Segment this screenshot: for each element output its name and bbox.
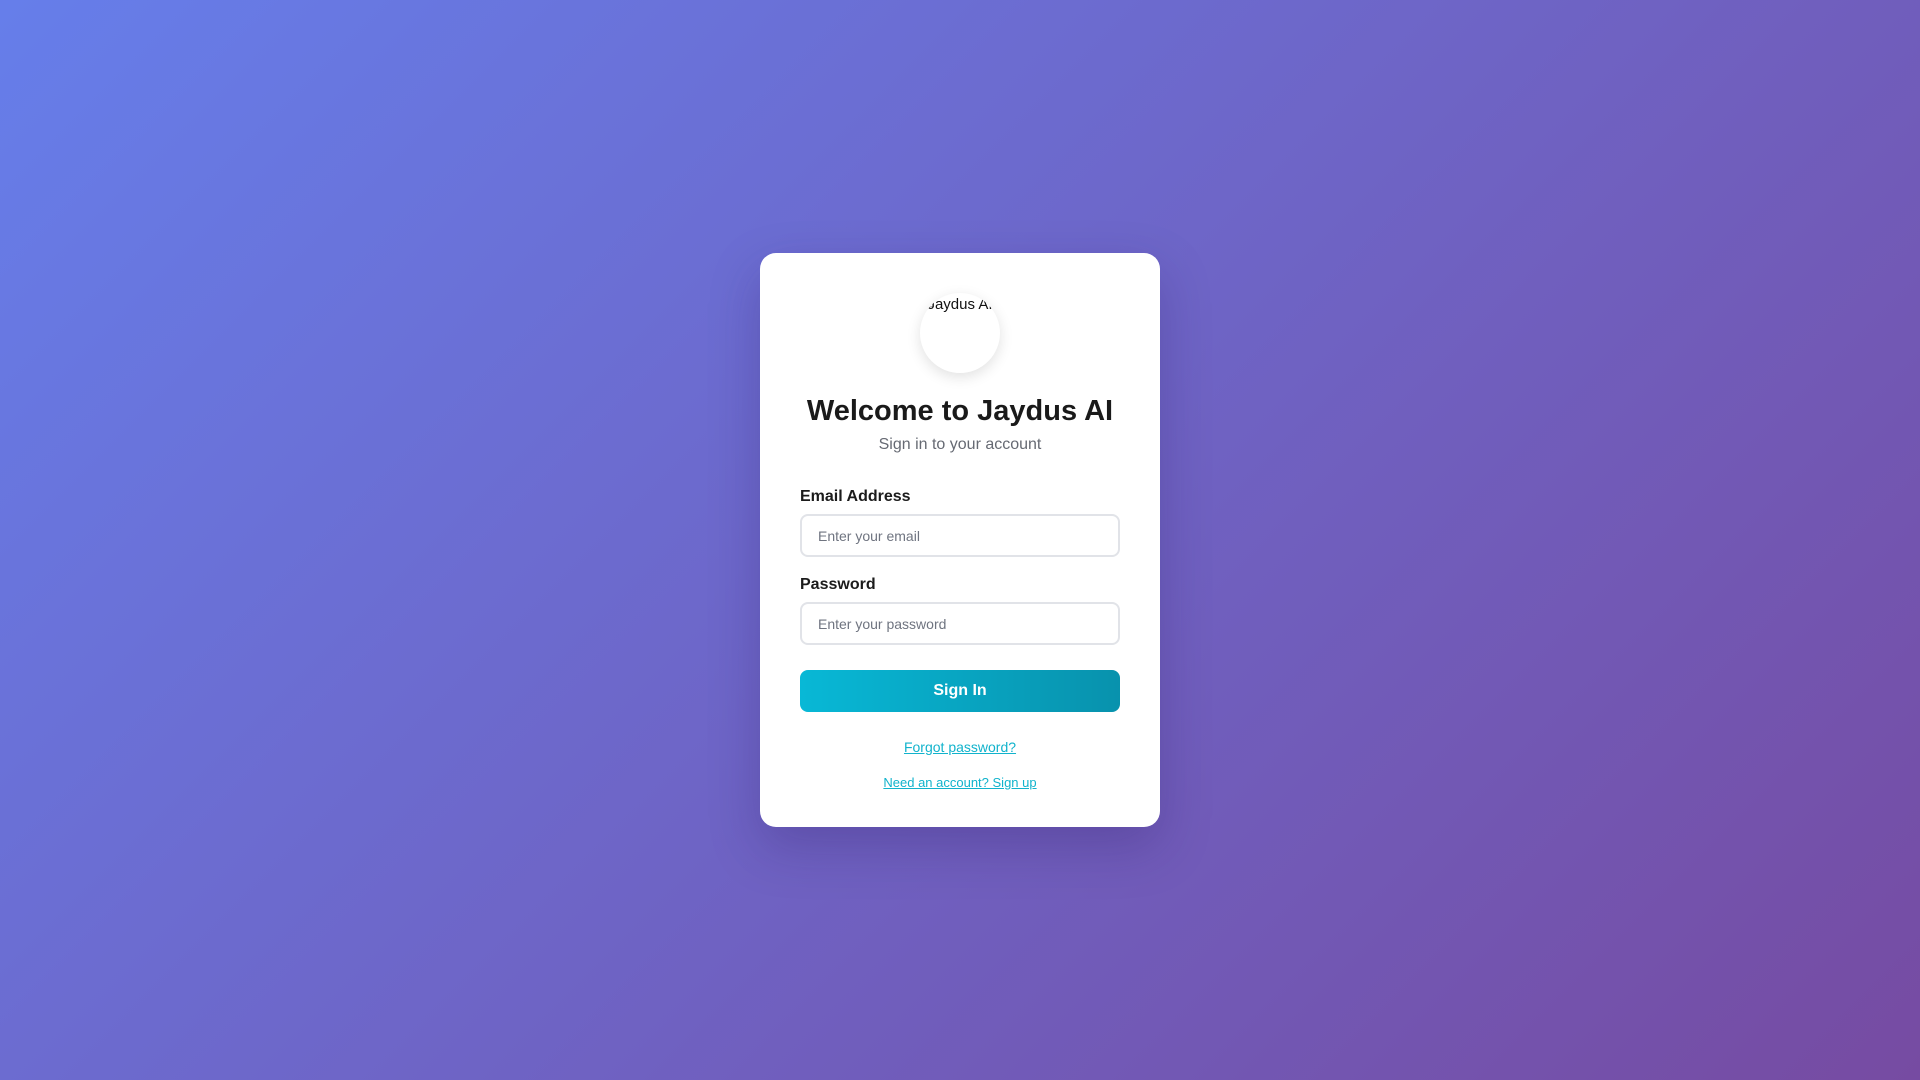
- page-title: Welcome to Jaydus AI: [806, 395, 1114, 427]
- password-label: Password: [800, 576, 876, 593]
- logo: Jaydus AI: [920, 293, 1000, 373]
- login-card: Jaydus AI Welcome to Jaydus AI Sign in t…: [760, 253, 1160, 827]
- password-field[interactable]: [800, 602, 1120, 645]
- page-subtitle: Sign in to your account: [878, 436, 1042, 453]
- email-label: Email Address: [800, 488, 911, 505]
- sign-in-button[interactable]: Sign In: [800, 670, 1120, 712]
- sign-up-link[interactable]: Need an account? Sign up: [883, 774, 1036, 791]
- email-field[interactable]: [800, 514, 1120, 557]
- auth-links: Forgot password? Need an account? Sign u…: [800, 712, 1120, 792]
- logo-alt-text: Jaydus AI: [927, 296, 993, 313]
- forgot-password-link[interactable]: Forgot password?: [904, 738, 1016, 756]
